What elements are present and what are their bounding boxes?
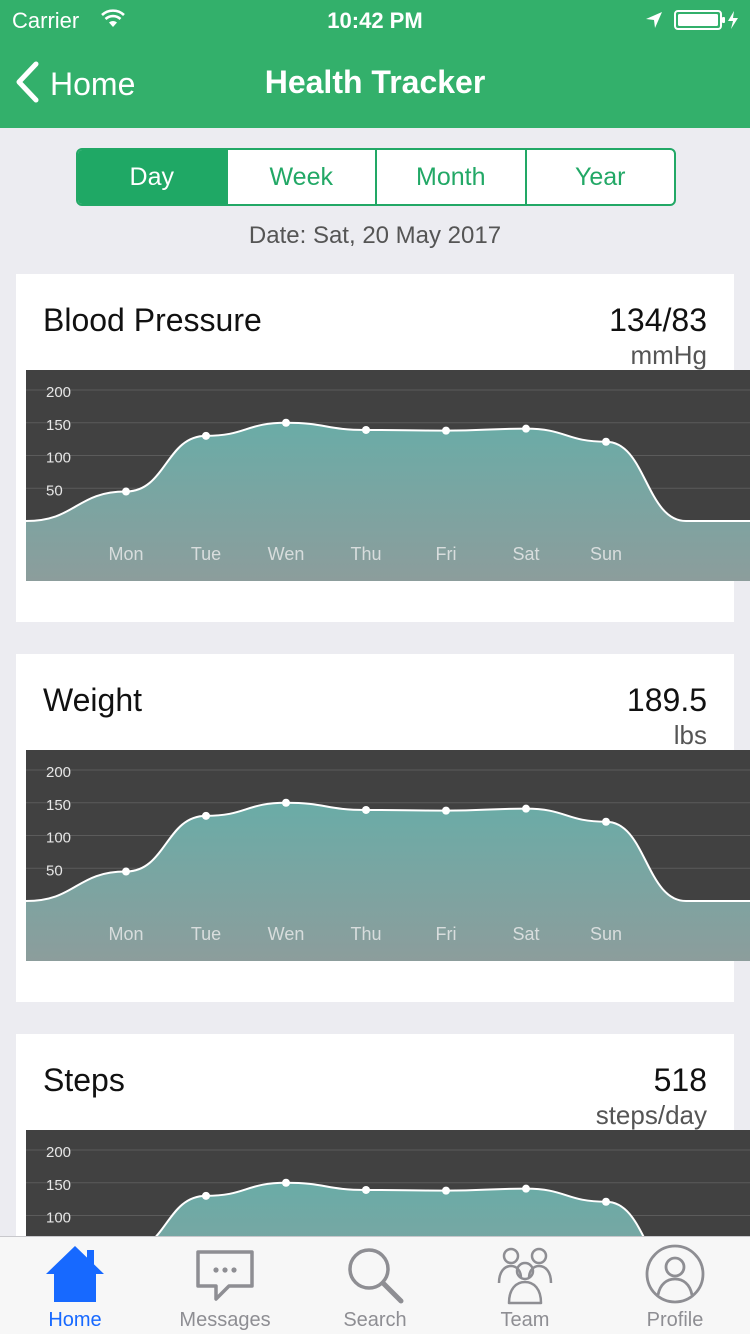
data-point xyxy=(602,817,610,826)
tab-search[interactable]: Search xyxy=(300,1237,450,1334)
x-tick-label: Fri xyxy=(436,924,457,944)
segment-day[interactable]: Day xyxy=(78,150,226,204)
y-tick-label: 200 xyxy=(46,384,71,401)
navigation-bar: Home Health Tracker xyxy=(0,40,750,128)
data-point xyxy=(282,1178,290,1187)
y-tick-label: 150 xyxy=(46,1177,71,1194)
x-tick-label: Mon xyxy=(108,544,143,564)
y-tick-label: 50 xyxy=(46,482,63,499)
team-icon xyxy=(493,1243,557,1305)
card-value: 134/83 xyxy=(609,302,707,338)
x-tick-label: Sun xyxy=(590,544,622,564)
data-point xyxy=(202,811,210,820)
data-point xyxy=(522,1184,530,1193)
x-tick-label: Tue xyxy=(191,544,221,564)
y-tick-label: 150 xyxy=(46,797,71,814)
data-point xyxy=(442,1186,450,1195)
period-segmented-control: Day Week Month Year xyxy=(76,148,676,206)
tab-profile[interactable]: Profile xyxy=(600,1237,750,1334)
battery-icon xyxy=(674,10,742,35)
y-tick-label: 200 xyxy=(46,764,71,781)
data-point xyxy=(122,487,130,496)
data-point xyxy=(442,426,450,435)
blood-pressure-card[interactable]: Blood Pressure 134/83 mmHg 050100150200M… xyxy=(16,274,750,622)
card-title: Steps xyxy=(43,1062,125,1098)
tab-home-label: Home xyxy=(48,1309,102,1331)
messages-icon xyxy=(193,1243,257,1305)
x-tick-label: Thu xyxy=(350,544,381,564)
data-point xyxy=(122,867,130,876)
card-value: 518 xyxy=(653,1062,707,1098)
date-label: Date: Sat, 20 May 2017 xyxy=(248,222,502,249)
x-tick-label: Tue xyxy=(191,924,221,944)
location-arrow-icon xyxy=(644,10,664,35)
x-tick-label: Wen xyxy=(268,544,305,564)
tab-team-label: Team xyxy=(500,1309,550,1331)
card-title: Weight xyxy=(43,682,143,718)
tab-messages[interactable]: Messages xyxy=(150,1237,300,1334)
tab-search-label: Search xyxy=(343,1309,407,1331)
data-point xyxy=(282,418,290,427)
data-point xyxy=(202,1191,210,1200)
weight-chart: 050100150200MonTueWenThuFriSatSun xyxy=(26,750,750,961)
data-point xyxy=(602,437,610,446)
x-tick-label: Wen xyxy=(268,924,305,944)
tab-team[interactable]: Team xyxy=(450,1237,600,1334)
y-tick-label: 50 xyxy=(46,862,63,879)
segment-month[interactable]: Month xyxy=(375,150,525,204)
card-title: Blood Pressure xyxy=(43,302,262,338)
segment-year[interactable]: Year xyxy=(524,150,675,204)
data-point xyxy=(362,425,370,434)
card-value: 189.5 xyxy=(626,682,707,718)
card-unit: lbs xyxy=(673,720,707,750)
x-tick-label: Fri xyxy=(436,544,457,564)
y-tick-label: 100 xyxy=(46,1210,71,1227)
x-tick-label: Sun xyxy=(590,924,622,944)
search-icon xyxy=(343,1243,407,1305)
weight-card[interactable]: Weight 189.5 lbs 050100150200MonTueWenTh… xyxy=(16,654,750,1002)
x-tick-label: Sat xyxy=(512,924,539,944)
tab-profile-label: Profile xyxy=(646,1309,704,1331)
data-point xyxy=(522,804,530,813)
y-tick-label: 200 xyxy=(46,1144,71,1161)
clock-label: 10:42 PM xyxy=(327,8,423,33)
data-point xyxy=(202,431,210,440)
home-icon xyxy=(43,1243,107,1305)
y-tick-label: 150 xyxy=(46,417,71,434)
status-bar: Carrier 10:42 PM xyxy=(0,0,750,40)
data-point xyxy=(442,806,450,815)
x-tick-label: Thu xyxy=(350,924,381,944)
profile-icon xyxy=(643,1243,707,1305)
data-point xyxy=(362,805,370,814)
tab-messages-label: Messages xyxy=(179,1309,271,1331)
tab-home[interactable]: Home xyxy=(0,1237,150,1334)
y-tick-label: 100 xyxy=(46,830,71,847)
tab-bar: Home Messages Search Team Profile xyxy=(0,1236,750,1334)
blood-pressure-chart: 050100150200MonTueWenThuFriSatSun xyxy=(26,370,750,581)
page-title: Health Tracker xyxy=(264,64,486,100)
data-point xyxy=(522,424,530,433)
data-point xyxy=(602,1197,610,1206)
card-unit: mmHg xyxy=(630,340,707,370)
x-tick-label: Sat xyxy=(512,544,539,564)
data-point xyxy=(362,1185,370,1194)
segment-week[interactable]: Week xyxy=(225,150,376,204)
y-tick-label: 100 xyxy=(46,450,71,467)
data-point xyxy=(282,798,290,807)
x-tick-label: Mon xyxy=(108,924,143,944)
card-unit: steps/day xyxy=(595,1100,707,1130)
